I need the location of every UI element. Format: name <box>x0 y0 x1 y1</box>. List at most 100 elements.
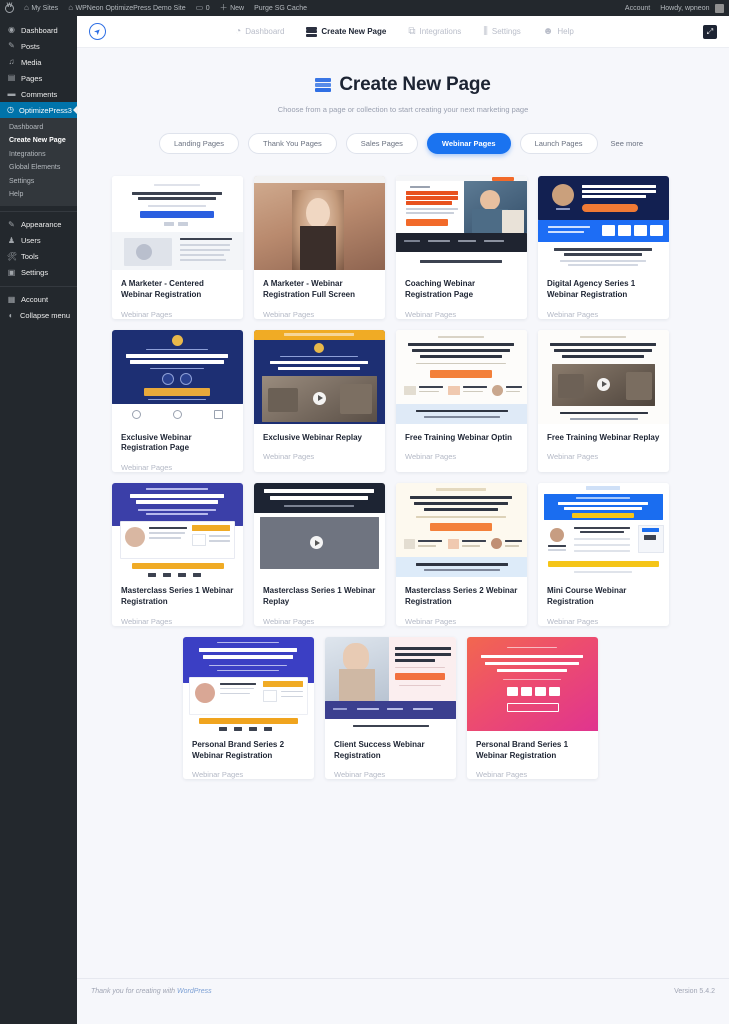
sidebar-label: Dashboard <box>21 25 58 35</box>
template-category: Webinar Pages <box>121 616 173 626</box>
tools-icon: 🛠 <box>7 251 18 261</box>
submenu-item-dashboard[interactable]: Dashboard <box>0 121 77 134</box>
comments-bubble[interactable]: ▭ 0 <box>191 0 215 16</box>
comment-icon: ▭ <box>195 3 204 12</box>
optimizepress-rocket-logo[interactable] <box>89 23 106 40</box>
template-category: Webinar Pages <box>121 463 173 473</box>
template-card[interactable]: Digital Agency Series 1 Webinar Registra… <box>538 176 669 319</box>
template-card[interactable]: A Marketer - Webinar Registration Full S… <box>254 176 385 319</box>
category-filters: Landing Pages Thank You Pages Sales Page… <box>77 133 729 154</box>
sidebar-label: Collapse menu <box>19 311 70 321</box>
template-thumbnail <box>254 483 385 578</box>
submenu-item-integrations[interactable]: Integrations <box>0 148 77 161</box>
template-card[interactable]: Masterclass Series 2 Webinar Registratio… <box>396 483 527 626</box>
howdy-menu[interactable]: Howdy, wpneon <box>655 0 729 16</box>
sidebar-item-appearance[interactable]: ✎ Appearance <box>0 217 77 233</box>
wordpress-logo-menu[interactable] <box>0 0 19 16</box>
topnav-item-dashboard[interactable]: ◔ Dashboard <box>235 26 284 37</box>
sidebar-item-optimizepress3[interactable]: ◷ OptimizePress3 <box>0 102 77 118</box>
filter-see-more[interactable]: See more <box>607 134 648 153</box>
template-title: Personal Brand Series 2 Webinar Registra… <box>192 739 285 760</box>
users-icon: ♟ <box>7 235 16 245</box>
template-category: Webinar Pages <box>334 770 386 780</box>
template-info: Personal Brand Series 2 Webinar Registra… <box>183 731 314 780</box>
template-info: Masterclass Series 2 Webinar Registratio… <box>396 577 527 626</box>
sidebar-collapse-menu[interactable]: ◐ Collapse menu <box>0 308 77 324</box>
sidebar-item-tools[interactable]: 🛠 Tools <box>0 249 77 265</box>
account-label: Account <box>624 4 651 12</box>
filter-launch-pages[interactable]: Launch Pages <box>519 133 598 154</box>
template-thumbnail <box>112 483 243 578</box>
template-card[interactable]: Masterclass Series 1 Webinar Replay Webi… <box>254 483 385 626</box>
sidebar-label: Users <box>21 236 41 246</box>
page-subtitle: Choose from a page or collection to star… <box>277 105 529 114</box>
howdy-label: Howdy, wpneon <box>660 4 710 12</box>
account-menu[interactable]: Account <box>620 0 655 16</box>
sidebar-item-media[interactable]: ♫ Media <box>0 54 77 70</box>
template-category: Webinar Pages <box>121 309 173 319</box>
my-sites-menu[interactable]: ⌂ My Sites <box>19 0 63 16</box>
template-info: Masterclass Series 1 Webinar Replay Webi… <box>254 577 385 626</box>
sidebar-item-pages[interactable]: ▤ Pages <box>0 70 77 86</box>
filter-webinar-pages[interactable]: Webinar Pages <box>426 133 511 154</box>
topnav-item-settings[interactable]: ⫼ Settings <box>483 26 521 37</box>
sidebar-item-settings[interactable]: ▣ Settings <box>0 265 77 281</box>
topnav-label: Settings <box>491 27 521 36</box>
filter-sales-pages[interactable]: Sales Pages <box>345 133 418 154</box>
sidebar-label: Account <box>21 295 49 305</box>
plus-icon: ＋ <box>219 3 228 12</box>
submenu-item-create-new-page[interactable]: Create New Page <box>0 134 77 147</box>
template-card[interactable]: Free Training Webinar Optin Webinar Page… <box>396 329 527 473</box>
template-thumbnail <box>112 176 243 270</box>
sidebar-divider-1 <box>0 210 77 212</box>
site-name-menu[interactable]: ⌂ WPNeon OptimizePress Demo Site <box>63 0 190 16</box>
sidebar-label: Appearance <box>21 220 62 230</box>
filter-thank-you-pages[interactable]: Thank You Pages <box>247 133 337 154</box>
new-content-menu[interactable]: ＋ New <box>215 0 250 16</box>
sidebar-item-comments[interactable]: ▬ Comments <box>0 86 77 102</box>
submenu-item-settings[interactable]: Settings <box>0 175 77 188</box>
optimizepress-submenu: Dashboard Create New Page Integrations G… <box>0 118 77 206</box>
wp-admin-bar: ⌂ My Sites ⌂ WPNeon OptimizePress Demo S… <box>0 0 729 16</box>
template-thumbnail <box>538 329 669 424</box>
sidebar-item-posts[interactable]: ✎ Posts <box>0 38 77 54</box>
topnav-item-integrations[interactable]: ⧉ Integrations <box>408 26 461 37</box>
template-card[interactable]: Free Training Webinar Replay Webinar Pag… <box>538 329 669 473</box>
template-category: Webinar Pages <box>263 452 315 462</box>
expand-icon[interactable]: ⤢ <box>703 24 717 39</box>
wordpress-link[interactable]: WordPress <box>177 988 212 995</box>
purge-cache-button[interactable]: Purge SG Cache <box>249 0 312 16</box>
sidebar-item-account[interactable]: ▦ Account <box>0 292 77 308</box>
new-label: New <box>230 4 245 12</box>
posts-icon: ✎ <box>8 41 15 50</box>
template-card[interactable]: Personal Brand Series 1 Webinar Registra… <box>467 636 598 780</box>
template-category: Webinar Pages <box>263 309 315 319</box>
template-thumbnail <box>325 636 456 731</box>
template-card[interactable]: Exclusive Webinar Registration Page Webi… <box>112 329 243 473</box>
template-card[interactable]: Mini Course Webinar Registration Webinar… <box>538 483 669 626</box>
template-card[interactable]: Coaching Webinar Registration Page Webin… <box>396 176 527 319</box>
template-category: Webinar Pages <box>263 616 315 626</box>
template-thumbnail <box>254 329 385 424</box>
template-thumbnail <box>538 483 669 578</box>
filter-landing-pages[interactable]: Landing Pages <box>158 133 239 154</box>
submenu-item-help[interactable]: Help <box>0 188 77 201</box>
topnav-item-help[interactable]: ☻ Help <box>543 26 574 37</box>
settings-icon: ▣ <box>7 267 16 277</box>
topnav-item-create-new-page[interactable]: Create New Page <box>306 26 386 37</box>
template-card[interactable]: A Marketer - Centered Webinar Registrati… <box>112 176 243 319</box>
sidebar-label: OptimizePress3 <box>18 105 72 115</box>
submenu-item-global-elements[interactable]: Global Elements <box>0 161 77 174</box>
footer-thanks: Thank you for creating with WordPress <box>91 988 212 995</box>
template-category: Webinar Pages <box>547 309 599 319</box>
template-card[interactable]: Personal Brand Series 2 Webinar Registra… <box>183 636 314 780</box>
sidebar-item-users[interactable]: ♟ Users <box>0 233 77 249</box>
template-card[interactable]: Client Success Webinar Registration Webi… <box>325 636 456 780</box>
page-title-text: Create New Page <box>339 74 491 95</box>
template-card[interactable]: Exclusive Webinar Replay Webinar Pages <box>254 329 385 473</box>
sidebar-item-dashboard[interactable]: ◉ Dashboard <box>0 22 77 38</box>
template-title: A Marketer - Centered Webinar Registrati… <box>121 279 204 299</box>
template-card[interactable]: Masterclass Series 1 Webinar Registratio… <box>112 483 243 626</box>
template-title: Free Training Webinar Replay <box>547 432 660 442</box>
sidebar-label: Settings <box>21 268 49 278</box>
